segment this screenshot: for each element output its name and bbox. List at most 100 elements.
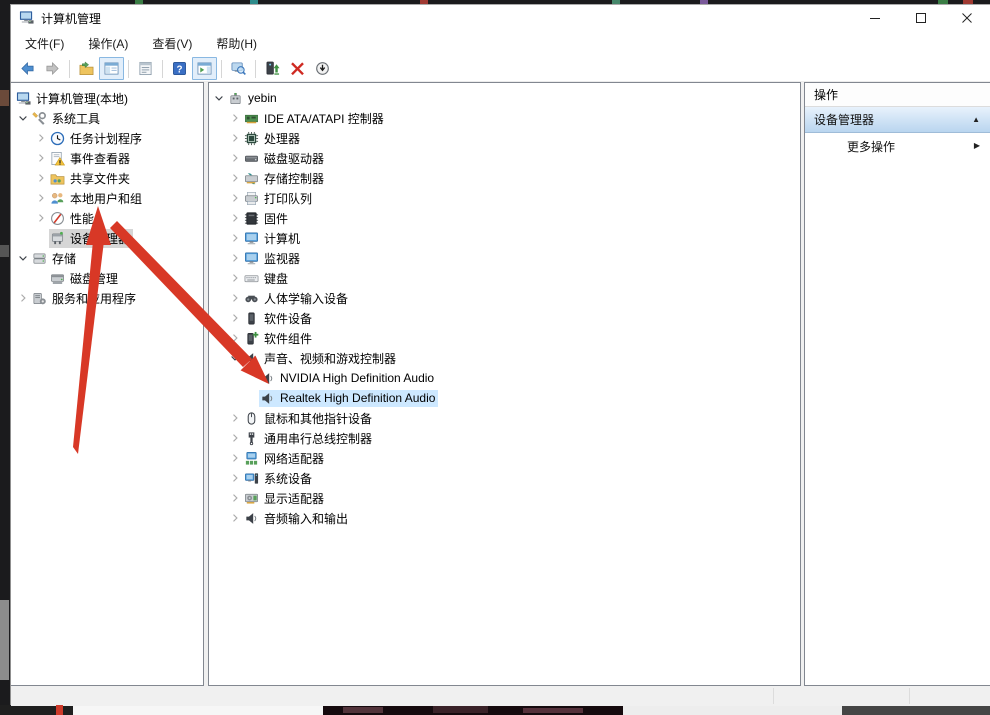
tree-item-label: 设备管理器: [70, 230, 130, 247]
device-tree-item[interactable]: 处理器: [209, 128, 800, 148]
chevron-collapsed-icon[interactable]: [33, 190, 49, 206]
device-tree-item[interactable]: 磁盘驱动器: [209, 148, 800, 168]
device-tree-item[interactable]: 固件: [209, 208, 800, 228]
desktop-pixel: [0, 90, 9, 106]
chevron-collapsed-icon[interactable]: [227, 130, 243, 146]
show-console-tree-button[interactable]: [99, 57, 124, 80]
show-action-pane-button[interactable]: [192, 57, 217, 80]
desktop-pixel: [0, 600, 9, 680]
menu-item-3[interactable]: 帮助(H): [212, 33, 261, 54]
minimize-button[interactable]: [852, 5, 898, 31]
tree-item-computer-management[interactable]: 计算机管理(本地): [11, 88, 203, 108]
device-tree-item[interactable]: 鼠标和其他指针设备: [209, 408, 800, 428]
uninstall-device-button[interactable]: [285, 57, 310, 80]
chevron-collapsed-icon[interactable]: [33, 210, 49, 226]
firmware-icon: [244, 211, 259, 226]
chevron-collapsed-icon[interactable]: [227, 310, 243, 326]
disk-management-icon: [50, 271, 65, 286]
tree-item-disk-management[interactable]: 磁盘管理: [11, 268, 203, 288]
device-tree-item[interactable]: 音频输入和输出: [209, 508, 800, 528]
device-tree-item[interactable]: 键盘: [209, 268, 800, 288]
chevron-collapsed-icon[interactable]: [227, 410, 243, 426]
update-driver-button[interactable]: [260, 57, 285, 80]
tree-item-event-viewer[interactable]: 事件查看器: [11, 148, 203, 168]
collapse-section-icon[interactable]: ▲: [972, 116, 980, 124]
device-tree-root[interactable]: yebin: [209, 88, 800, 108]
chevron-collapsed-icon[interactable]: [227, 250, 243, 266]
tree-item-task-scheduler[interactable]: 任务计划程序: [11, 128, 203, 148]
device-tree-item[interactable]: 软件设备: [209, 308, 800, 328]
chevron-collapsed-icon[interactable]: [227, 450, 243, 466]
export-list-button[interactable]: [74, 57, 99, 80]
device-tree-item-sound-controllers[interactable]: 声音、视频和游戏控制器: [209, 348, 800, 368]
chevron-collapsed-icon[interactable]: [227, 230, 243, 246]
device-tree-item[interactable]: 人体学输入设备: [209, 288, 800, 308]
chevron-collapsed-icon[interactable]: [227, 330, 243, 346]
device-tree-item[interactable]: 软件组件: [209, 328, 800, 348]
chevron-expanded-icon[interactable]: [211, 90, 227, 106]
more-actions-item[interactable]: 更多操作 ▶: [805, 133, 990, 159]
scan-hardware-button[interactable]: [226, 57, 251, 80]
indent-spacer: [243, 390, 259, 406]
device-tree-item[interactable]: 存储控制器: [209, 168, 800, 188]
chevron-collapsed-icon[interactable]: [227, 210, 243, 226]
chevron-collapsed-icon[interactable]: [227, 270, 243, 286]
tree-item-local-users[interactable]: 本地用户和组: [11, 188, 203, 208]
menu-item-2[interactable]: 查看(V): [148, 33, 196, 54]
close-button[interactable]: [944, 5, 990, 31]
maximize-button[interactable]: [898, 5, 944, 31]
chevron-collapsed-icon[interactable]: [227, 190, 243, 206]
back-button[interactable]: [15, 57, 40, 80]
device-tree-item[interactable]: 系统设备: [209, 468, 800, 488]
chevron-collapsed-icon[interactable]: [33, 150, 49, 166]
chevron-collapsed-icon[interactable]: [15, 290, 31, 306]
tree-item-label: 磁盘驱动器: [264, 150, 324, 167]
properties-button[interactable]: [133, 57, 158, 80]
mouse-icon: [244, 411, 259, 426]
chevron-collapsed-icon[interactable]: [227, 430, 243, 446]
chevron-expanded-icon[interactable]: [15, 250, 31, 266]
disable-device-button[interactable]: [310, 57, 335, 80]
toolbar-separator: [128, 60, 129, 78]
actions-section-device-manager[interactable]: 设备管理器 ▲: [805, 107, 990, 133]
desktop-bottom-photo: [323, 705, 623, 715]
tree-item-device-manager[interactable]: 设备管理器: [11, 228, 203, 248]
chevron-collapsed-icon[interactable]: [33, 170, 49, 186]
tree-item-label: IDE ATA/ATAPI 控制器: [264, 110, 384, 127]
chevron-collapsed-icon[interactable]: [227, 150, 243, 166]
tree-item-performance[interactable]: 性能: [11, 208, 203, 228]
console-tree-pane: 计算机管理(本地)系统工具任务计划程序事件查看器共享文件夹本地用户和组性能设备管…: [11, 82, 204, 686]
chevron-expanded-icon[interactable]: [227, 350, 243, 366]
tree-item-label: 网络适配器: [264, 450, 324, 467]
chevron-collapsed-icon[interactable]: [227, 470, 243, 486]
tree-item-system-tools[interactable]: 系统工具: [11, 108, 203, 128]
chevron-collapsed-icon[interactable]: [227, 290, 243, 306]
device-tree-item[interactable]: 网络适配器: [209, 448, 800, 468]
forward-button[interactable]: [40, 57, 65, 80]
chevron-expanded-icon[interactable]: [15, 110, 31, 126]
device-tree-item-nvidia-audio[interactable]: NVIDIA High Definition Audio: [209, 368, 800, 388]
tree-item-label: 打印队列: [264, 190, 312, 207]
menu-item-0[interactable]: 文件(F): [21, 33, 68, 54]
back-icon: [20, 61, 35, 76]
menu-item-1[interactable]: 操作(A): [84, 33, 132, 54]
device-tree-item[interactable]: IDE ATA/ATAPI 控制器: [209, 108, 800, 128]
tree-item-storage[interactable]: 存储: [11, 248, 203, 268]
chevron-collapsed-icon[interactable]: [227, 510, 243, 526]
tree-item-shared-folders[interactable]: 共享文件夹: [11, 168, 203, 188]
title-bar[interactable]: 计算机管理: [11, 5, 990, 31]
device-tree-item[interactable]: 通用串行总线控制器: [209, 428, 800, 448]
chevron-collapsed-icon[interactable]: [227, 110, 243, 126]
device-tree-item[interactable]: 显示适配器: [209, 488, 800, 508]
device-tree-item[interactable]: 计算机: [209, 228, 800, 248]
device-tree-item[interactable]: 打印队列: [209, 188, 800, 208]
help-button[interactable]: ?: [167, 57, 192, 80]
chevron-collapsed-icon[interactable]: [33, 130, 49, 146]
expand-more-actions-icon[interactable]: ▶: [974, 142, 980, 150]
tree-item-services-apps[interactable]: 服务和应用程序: [11, 288, 203, 308]
chevron-collapsed-icon[interactable]: [227, 170, 243, 186]
chevron-collapsed-icon[interactable]: [227, 490, 243, 506]
device-tree-item[interactable]: 监视器: [209, 248, 800, 268]
software-component-icon: [244, 331, 259, 346]
device-tree-item-realtek-audio[interactable]: Realtek High Definition Audio: [209, 388, 800, 408]
